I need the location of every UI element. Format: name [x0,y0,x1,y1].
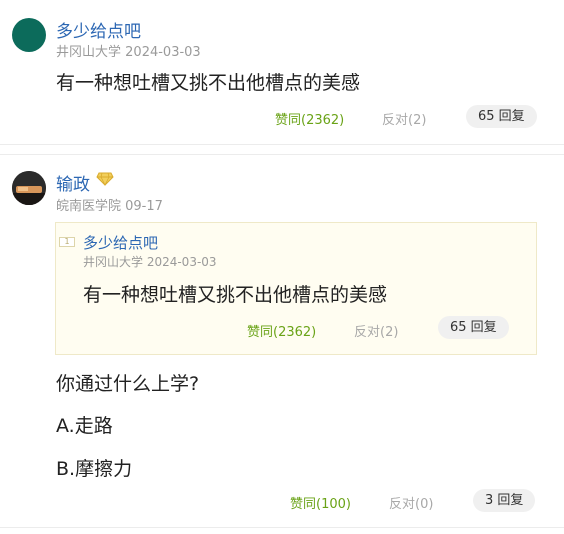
quoted-agree-button[interactable]: 赞同(2362) [247,321,316,340]
avatar[interactable] [12,171,46,205]
agree-button[interactable]: 赞同(100) [290,493,351,512]
diamond-vip-icon [96,172,114,186]
comment-item: 多少给点吧 井冈山大学 2024-03-03 有一种想吐槽又挑不出他槽点的美感 … [0,0,564,145]
quoted-user-meta: 井冈山大学 2024-03-03 [83,255,217,269]
quoted-reply-button[interactable]: 65 回复 [438,316,509,339]
school-name: 井冈山大学 [56,45,122,60]
username[interactable]: 输政 [56,170,90,195]
comment-item: 输政 皖南医学院 09-17 1 多少给点吧 井冈山大学 2024-03-03 … [0,154,564,528]
oppose-button[interactable]: 反对(0) [389,493,433,512]
avatar-photo-icon [12,171,46,205]
quoted-comment[interactable]: 1 多少给点吧 井冈山大学 2024-03-03 有一种想吐槽又挑不出他槽点的美… [55,222,537,355]
reply-button[interactable]: 3 回复 [473,489,536,512]
avatar[interactable] [12,18,46,52]
floor-number: 1 [59,237,75,247]
username[interactable]: 多少给点吧 [56,17,141,42]
user-meta: 井冈山大学 2024-03-03 [56,41,201,60]
quoted-oppose-button[interactable]: 反对(2) [354,321,398,340]
post-date: 2024-03-03 [125,45,201,60]
option-a: A.走路 [56,415,113,437]
reply-button[interactable]: 65 回复 [466,105,537,128]
option-b: B.摩擦力 [56,458,133,480]
quoted-username[interactable]: 多少给点吧 [83,232,158,253]
agree-button[interactable]: 赞同(2362) [275,109,344,128]
oppose-button[interactable]: 反对(2) [382,109,426,128]
question-text: 你通过什么上学? [56,373,200,395]
comment-text: 有一种想吐槽又挑不出他槽点的美感 [56,72,361,94]
user-meta: 皖南医学院 09-17 [56,199,163,214]
quoted-text: 有一种想吐槽又挑不出他槽点的美感 [83,284,388,306]
